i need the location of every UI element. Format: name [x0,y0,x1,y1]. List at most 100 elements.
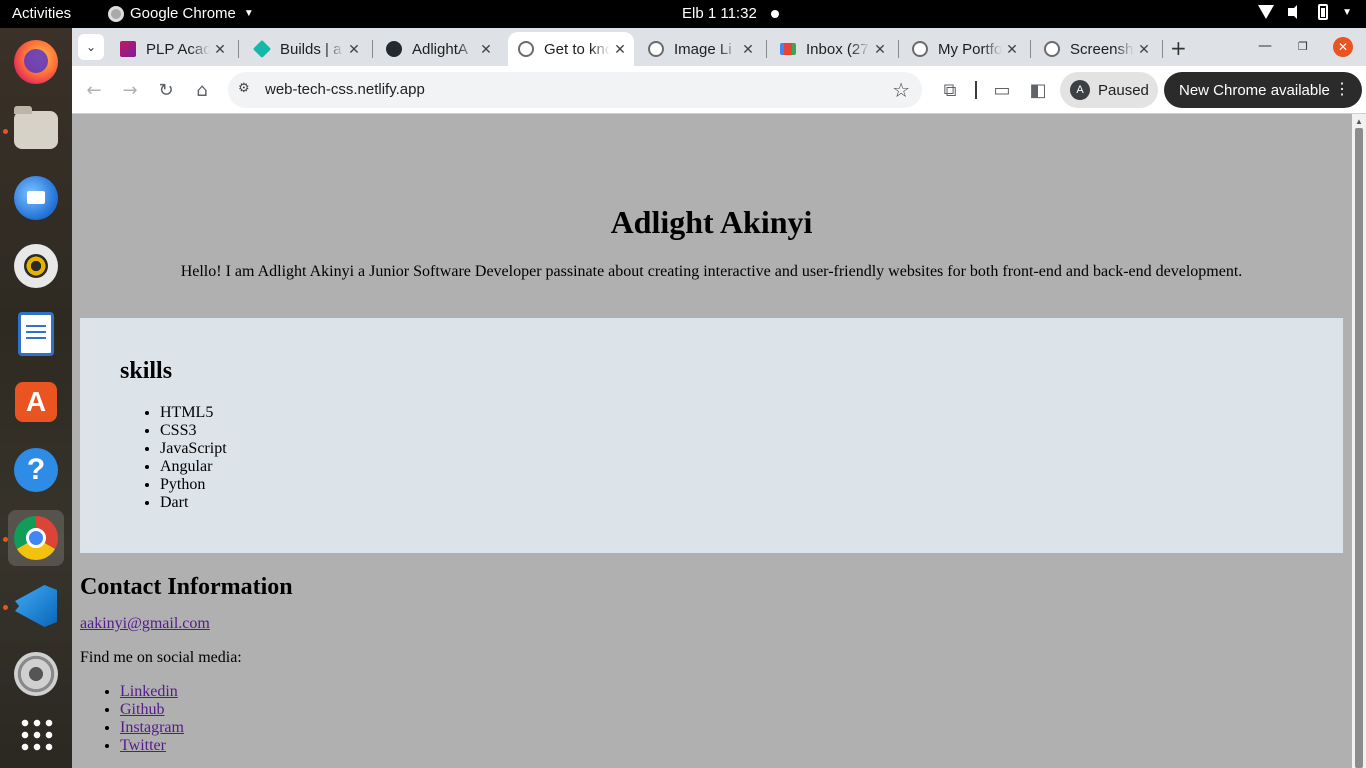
dock-settings[interactable] [8,646,64,702]
tab-divider [1030,40,1031,58]
tab-divider [1162,40,1163,58]
contact-section: Contact Information aakinyi@gmail.com Fi… [80,573,1343,755]
app-menu[interactable]: Google Chrome ▼ [108,5,254,22]
running-indicator [3,129,8,134]
linkedin-link[interactable]: Linkedin [120,683,178,700]
vscode-icon [15,585,57,627]
forward-arrow-icon[interactable]: → [118,78,142,102]
dock-vscode[interactable] [8,578,64,634]
instagram-link[interactable]: Instagram [120,719,184,736]
app-grid-icon [19,717,53,751]
close-tab-icon[interactable]: ✕ [210,41,230,58]
reload-icon[interactable]: ↻ [154,78,178,102]
home-icon[interactable]: ⌂ [190,78,214,102]
minimize-icon[interactable]: — [1258,38,1272,54]
email-link[interactable]: aakinyi@gmail.com [80,615,1343,633]
extensions-puzzle-icon[interactable]: ⧉ [938,78,962,102]
cast-icon[interactable]: ▭ [990,78,1014,102]
scroll-up-arrow-icon[interactable]: ▲ [1355,117,1363,126]
page-viewport: Adlight Akinyi Hello! I am Adlight Akiny… [72,114,1366,768]
clock[interactable]: Elb 1 11:32 [682,5,779,22]
twitter-link[interactable]: Twitter [120,737,166,754]
close-tab-icon[interactable]: ✕ [1134,41,1154,58]
help-icon: ? [14,448,58,492]
intro-text: Hello! I am Adlight Akinyi a Junior Soft… [180,263,1243,280]
firefox-icon [14,40,58,84]
tab-title: My Portfo [938,40,1002,58]
avatar: A [1070,80,1090,100]
software-store-icon: A [15,382,57,422]
url-text[interactable]: web-tech-css.netlify.app [265,81,425,98]
writer-icon [18,312,54,356]
tab-divider [238,40,239,58]
dock-thunderbird[interactable] [8,170,64,226]
dock-files[interactable] [8,102,64,158]
dock: A ? [0,28,72,768]
site-info-icon[interactable]: ⚙ [238,81,254,97]
tab-portfolio[interactable]: My Portfo ✕ [902,32,1026,66]
back-arrow-icon[interactable]: ← [82,78,106,102]
tab-builds[interactable]: Builds | a ✕ [244,32,368,66]
settings-gear-icon [14,652,58,696]
globe-icon [518,41,534,57]
close-tab-icon[interactable]: ✕ [476,41,496,58]
list-item: Instagram [120,719,1343,737]
skills-heading: skills [120,358,173,384]
dock-chrome[interactable] [8,510,64,566]
profile-button[interactable]: A Paused [1060,72,1158,108]
close-tab-icon[interactable]: ✕ [344,41,364,58]
close-tab-icon[interactable]: ✕ [1002,41,1022,58]
globe-icon [912,41,928,57]
tab-image-link[interactable]: Image Li ✕ [638,32,762,66]
volume-icon [1288,4,1304,20]
app-menu-label: Google Chrome [130,5,236,22]
dock-software[interactable]: A [8,374,64,430]
tab-inbox[interactable]: Inbox (27 ✕ [770,32,894,66]
dock-firefox[interactable] [8,34,64,90]
builds-icon [252,39,272,59]
page-scrollbar[interactable]: ▲ [1352,114,1366,768]
tab-search-button[interactable]: ⌄ [78,34,104,60]
bookmark-star-icon[interactable]: ☆ [892,78,910,102]
dock-writer[interactable] [8,306,64,362]
system-tray[interactable]: ▼ [1258,4,1352,20]
social-intro: Find me on social media: [80,649,242,666]
tab-plp[interactable]: PLP Academy ✕ [110,32,234,66]
tab-divider [766,40,767,58]
dock-help[interactable]: ? [8,442,64,498]
close-tab-icon[interactable]: ✕ [870,41,890,58]
tab-title: Inbox (27 [806,40,869,58]
github-link[interactable]: Github [120,701,164,718]
window-close-icon[interactable]: ✕ [1333,37,1353,57]
tab-title: Builds | a [280,40,342,58]
page-title: Adlight Akinyi [610,204,813,240]
kebab-menu-icon[interactable]: ⋮ [1334,79,1350,99]
tab-title: Screensh [1070,40,1134,58]
close-tab-icon[interactable]: ✕ [610,41,630,58]
side-panel-icon[interactable]: ◧ [1026,78,1050,102]
tab-title: PLP Academy [146,40,210,58]
activities-button[interactable]: Activities [12,5,71,22]
skills-list: HTML5 CSS3 JavaScript Angular Python Dar… [160,404,227,512]
close-tab-icon[interactable]: ✕ [738,41,758,58]
dock-rhythmbox[interactable] [8,238,64,294]
address-bar[interactable]: ⚙ web-tech-css.netlify.app ☆ [228,72,922,108]
skill-item: Python [160,476,227,494]
new-tab-plus-icon[interactable]: + [1170,36,1187,60]
tab-screenshot[interactable]: Screensh ✕ [1034,32,1158,66]
tab-get-to-know[interactable]: Get to know ✕ [508,32,634,66]
scrollbar-thumb[interactable] [1355,128,1363,768]
skill-item: HTML5 [160,404,227,422]
caret-down-icon: ▼ [243,8,254,19]
skill-item: JavaScript [160,440,227,458]
chevron-down-icon: ⌄ [85,40,97,54]
show-applications-button[interactable] [8,706,64,762]
list-item: Twitter [120,737,1343,755]
system-top-bar: Activities Google Chrome ▼ Elb 1 11:32 ▼ [0,0,1366,28]
update-chrome-button[interactable]: New Chrome available ⋮ [1164,72,1362,108]
tab-github[interactable]: AdlightA ✕ [376,32,500,66]
maximize-icon[interactable]: ❐ [1298,40,1308,53]
social-links-list: Linkedin Github Instagram Twitter [80,683,1343,755]
update-label: New Chrome available [1179,81,1330,99]
wifi-icon [1258,5,1275,19]
